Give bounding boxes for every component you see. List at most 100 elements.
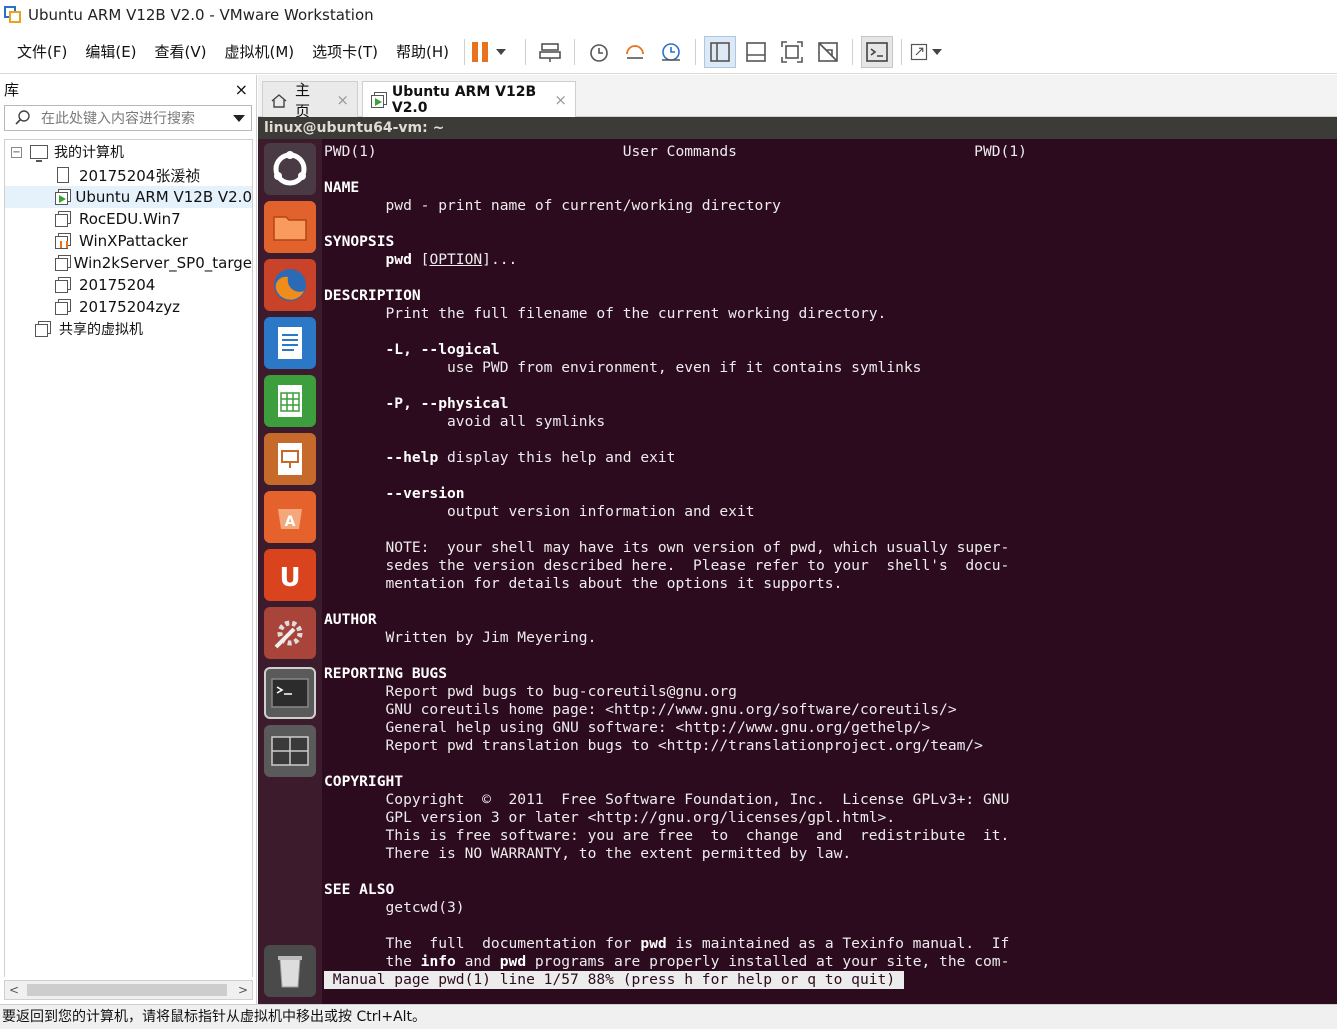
unity-button[interactable]	[812, 36, 844, 68]
tree-item-label: 20175204张湲祯	[79, 166, 201, 185]
tree-item-vm[interactable]: 20175204	[5, 274, 252, 296]
tree-item-label: 20175204zyz	[79, 298, 180, 316]
terminal-icon	[271, 678, 309, 708]
vm-running-icon	[55, 189, 71, 205]
scrollbar-thumb[interactable]	[27, 984, 227, 996]
launcher-files[interactable]	[264, 201, 316, 253]
launcher-firefox[interactable]	[264, 259, 316, 311]
pause-button[interactable]	[472, 36, 507, 68]
collapse-icon[interactable]: −	[11, 146, 22, 158]
search-placeholder: 在此处键入内容进行搜索	[41, 111, 195, 127]
firefox-icon	[274, 269, 306, 301]
snapshot-manager-button[interactable]	[655, 36, 687, 68]
launcher-writer[interactable]	[264, 317, 316, 369]
menu-view[interactable]: 查看(V)	[146, 41, 216, 62]
menu-help[interactable]: 帮助(H)	[387, 41, 458, 62]
terminal-line: avoid all symlinks	[324, 413, 606, 430]
terminal-output[interactable]: PWD(1) User Commands PWD(1) NAME pwd - pr…	[324, 139, 1337, 1004]
send-ctrl-alt-del-button[interactable]	[534, 36, 566, 68]
fullscreen-button[interactable]	[776, 36, 808, 68]
menu-tabs[interactable]: 选项卡(T)	[303, 41, 387, 62]
thumbnail-view-icon	[746, 41, 766, 62]
terminal-line: DESCRIPTION	[324, 287, 421, 304]
console-button[interactable]	[861, 35, 894, 68]
menu-edit[interactable]: 编辑(E)	[76, 41, 145, 62]
toolbar-separator	[525, 38, 527, 65]
vm-running-icon	[371, 91, 387, 108]
close-icon[interactable]: ×	[554, 91, 567, 109]
launcher-software-center[interactable]: A	[264, 491, 316, 543]
library-close-icon[interactable]: ×	[235, 80, 248, 99]
terminal-line: pwd - print name of current/working dire…	[324, 197, 781, 214]
tree-item-vm[interactable]: RocEDU.Win7	[5, 208, 252, 230]
trash-icon	[278, 956, 302, 988]
launcher-workspace-switcher[interactable]	[264, 725, 316, 777]
menu-file[interactable]: 文件(F)	[8, 41, 76, 62]
launcher-trash[interactable]	[264, 945, 316, 997]
scroll-left-icon[interactable]: <	[9, 983, 19, 997]
snapshot-button[interactable]	[583, 36, 615, 68]
tree-root-my-computer[interactable]: − 我的计算机	[5, 140, 252, 164]
vm-icon	[55, 277, 71, 293]
tree-item-vm[interactable]: 20175204zyz	[5, 296, 252, 318]
tree-item-shared-vms[interactable]: 共享的虚拟机	[5, 318, 252, 340]
menu-vm[interactable]: 虚拟机(M)	[216, 41, 304, 62]
library-view-button[interactable]	[704, 35, 737, 68]
chevron-down-icon[interactable]	[932, 48, 943, 55]
tree-item-label: Ubuntu ARM V12B V2.0	[75, 188, 252, 206]
files-icon	[273, 216, 307, 241]
thumbnail-view-button[interactable]	[740, 36, 772, 68]
system-settings-icon	[274, 620, 303, 649]
terminal-line: NAME	[324, 179, 360, 196]
revert-snapshot-icon	[626, 44, 644, 59]
chevron-down-icon[interactable]	[233, 114, 245, 122]
home-icon	[271, 93, 287, 108]
library-search-input[interactable]: 在此处键入内容进行搜索	[4, 105, 252, 131]
tab-home[interactable]: 主页 ×	[262, 81, 358, 120]
terminal-line: Report pwd bugs to bug-coreutils@gnu.org	[324, 683, 737, 700]
terminal-line: Print the full filename of the current w…	[324, 305, 887, 322]
terminal-line: SYNOPSIS	[324, 233, 395, 250]
terminal-line: AUTHOR	[324, 611, 377, 628]
shared-vms-icon	[35, 321, 51, 337]
tree-item-label: Win2kServer_SP0_targe	[73, 254, 252, 272]
launcher-dash[interactable]	[264, 143, 316, 195]
tab-label: 主页	[295, 80, 311, 120]
toolbar-separator	[695, 38, 697, 65]
launcher-calc[interactable]	[264, 375, 316, 427]
revert-snapshot-button[interactable]	[619, 36, 651, 68]
tree-item-vm-selected[interactable]: Ubuntu ARM V12B V2.0	[5, 186, 252, 208]
vm-display[interactable]: linux@ubuntu64-vm: ~ A U PWD(1) User Com…	[258, 117, 1337, 1004]
terminal-line: sedes the version described here. Please…	[324, 557, 1010, 574]
scroll-right-icon[interactable]: >	[238, 983, 248, 997]
tree-item-vm[interactable]: WinXPattacker	[5, 230, 252, 252]
terminal-line: There is NO WARRANTY, to the extent perm…	[324, 845, 852, 862]
software-center-icon: A	[278, 509, 302, 530]
library-horizontal-scrollbar[interactable]: < >	[4, 980, 253, 1000]
launcher-system-settings[interactable]	[264, 607, 316, 659]
toolbar-separator	[464, 38, 466, 65]
terminal-line: REPORTING BUGS	[324, 665, 448, 682]
terminal-line: This is free software: you are free to c…	[324, 827, 1010, 844]
vmware-logo-icon	[4, 6, 22, 24]
tree-item-label: 20175204	[79, 276, 156, 294]
tree-item-vm[interactable]: 20175204张湲祯	[5, 164, 252, 186]
vm-icon	[55, 167, 71, 183]
terminal-line: PWD(1) User Commands PWD(1)	[324, 143, 1027, 160]
tab-vm[interactable]: Ubuntu ARM V12B V2.0 ×	[362, 81, 576, 117]
library-header: 库 ×	[0, 75, 256, 103]
tab-bar: 主页 × Ubuntu ARM V12B V2.0 ×	[258, 75, 1337, 120]
calc-icon	[278, 385, 302, 417]
launcher-ubuntu-one[interactable]: U	[264, 549, 316, 601]
terminal-line: output version information and exit	[324, 503, 755, 520]
window-title: Ubuntu ARM V12B V2.0 - VMware Workstatio…	[28, 6, 374, 24]
launcher-impress[interactable]	[264, 433, 316, 485]
close-icon[interactable]: ×	[336, 91, 349, 109]
tree-item-vm[interactable]: Win2kServer_SP0_targe	[5, 252, 252, 274]
launcher-terminal[interactable]	[264, 667, 316, 719]
chevron-down-icon[interactable]	[496, 48, 507, 55]
svg-text:U: U	[279, 563, 300, 593]
terminal-line: getcwd(3)	[324, 899, 465, 916]
stretch-button[interactable]	[910, 36, 943, 68]
terminal-line: the info and pwd programs are properly i…	[324, 953, 1010, 970]
